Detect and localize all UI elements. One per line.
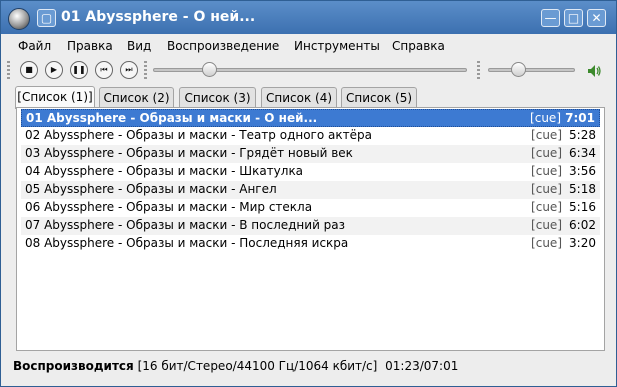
track-duration: 7:01 [565,111,595,125]
track-duration: 6:02 [569,218,596,232]
toolbar-grip[interactable] [7,61,10,79]
cue-badge: [cue] [531,146,562,160]
pause-icon: ❚❚ [72,65,86,74]
playlist-row[interactable]: 01 Abyssphere - Образы и маски - О ней..… [21,109,600,127]
menu-bar: Файл Правка Вид Воспроизведение Инструме… [1,35,616,57]
track-title: 03 Abyssphere - Образы и маски - Грядёт … [25,146,353,160]
track-title: 06 Abyssphere - Образы и маски - Мир сте… [25,200,313,214]
cue-badge: [cue] [531,236,562,250]
status-bar: Воспроизводится [16 бит/Стерео/44100 Гц/… [13,359,458,373]
menu-tools[interactable]: Инструменты [294,39,380,53]
track-title: 07 Abyssphere - Образы и маски - В после… [25,218,346,232]
track-title: 08 Abyssphere - Образы и маски - Последн… [25,236,349,250]
tab-playlist-5[interactable]: Список (5) [341,87,417,108]
app-icon[interactable] [8,8,30,30]
tab-playlist-4[interactable]: Список (4) [261,87,337,108]
status-time: 01:23/07:01 [385,359,459,373]
menu-edit[interactable]: Правка [67,39,113,53]
volume-slider-handle[interactable] [510,62,526,77]
seek-slider-handle[interactable] [202,62,218,77]
maximize-button[interactable]: □ [564,9,583,27]
toolbar-separator [477,61,480,79]
seek-slider[interactable] [153,68,467,72]
window-menu-button[interactable]: ▢ [37,9,56,27]
next-button[interactable]: ⏭ [120,61,138,79]
cue-badge: [cue] [531,128,562,142]
play-button[interactable]: ▶ [45,61,63,79]
playlist-row[interactable]: 03 Abyssphere - Образы и маски - Грядёт … [21,145,600,163]
menu-file[interactable]: Файл [18,39,51,53]
window-title: 01 Abyssphere - О ней... [61,9,256,25]
track-duration: 5:28 [569,128,596,142]
cue-badge: [cue] [530,111,561,125]
track-duration: 3:56 [569,164,596,178]
play-icon: ▶ [50,65,58,74]
playlist[interactable]: 01 Abyssphere - Образы и маски - О ней..… [16,107,605,351]
playlist-row[interactable]: 04 Abyssphere - Образы и маски - Шкатулк… [21,163,600,181]
playlist-row[interactable]: 07 Abyssphere - Образы и маски - В после… [21,217,600,235]
stop-icon: ■ [25,65,33,74]
tab-playlist-2[interactable]: Список (2) [99,87,174,108]
previous-button[interactable]: ⏮ [95,61,113,79]
playlist-row[interactable]: 06 Abyssphere - Образы и маски - Мир сте… [21,199,600,217]
toolbar-separator [144,61,147,79]
next-icon: ⏭ [125,65,133,74]
track-title: 01 Abyssphere - Образы и маски - О ней..… [26,111,318,125]
track-title: 02 Abyssphere - Образы и маски - Театр о… [25,128,372,142]
playlist-row[interactable]: 02 Abyssphere - Образы и маски - Театр о… [21,127,600,145]
menu-view[interactable]: Вид [127,39,151,53]
tab-playlist-3[interactable]: Список (3) [179,87,256,108]
volume-slider[interactable] [488,68,575,72]
cue-badge: [cue] [531,182,562,196]
track-duration: 5:16 [569,200,596,214]
minimize-button[interactable]: — [541,9,560,27]
title-bar[interactable]: ▢ 01 Abyssphere - О ней... — □ ✕ [1,1,616,34]
cue-badge: [cue] [531,164,562,178]
close-button[interactable]: ✕ [587,9,606,27]
cue-badge: [cue] [531,218,562,232]
track-duration: 5:18 [569,182,596,196]
track-title: 04 Abyssphere - Образы и маски - Шкатулк… [25,164,304,178]
speaker-icon[interactable] [586,63,602,79]
toolbar: ■ ▶ ❚❚ ⏮ ⏭ [1,57,616,83]
player-window: ▢ 01 Abyssphere - О ней... — □ ✕ Файл Пр… [0,0,617,387]
status-label: Воспроизводится [13,359,134,373]
stop-button[interactable]: ■ [20,61,38,79]
track-title: 05 Abyssphere - Образы и маски - Ангел [25,182,277,196]
playlist-row[interactable]: 08 Abyssphere - Образы и маски - Последн… [21,235,600,253]
track-duration: 3:20 [569,236,596,250]
tab-playlist-1[interactable]: [Список (1)] [15,86,95,109]
pause-button[interactable]: ❚❚ [70,61,88,79]
menu-help[interactable]: Справка [392,39,445,53]
cue-badge: [cue] [531,200,562,214]
playlist-row[interactable]: 05 Abyssphere - Образы и маски - Ангел [… [21,181,600,199]
previous-icon: ⏮ [100,65,108,74]
track-duration: 6:34 [569,146,596,160]
status-format: [16 бит/Стерео/44100 Гц/1064 кбит/с] [137,359,378,373]
menu-playback[interactable]: Воспроизведение [167,39,279,53]
